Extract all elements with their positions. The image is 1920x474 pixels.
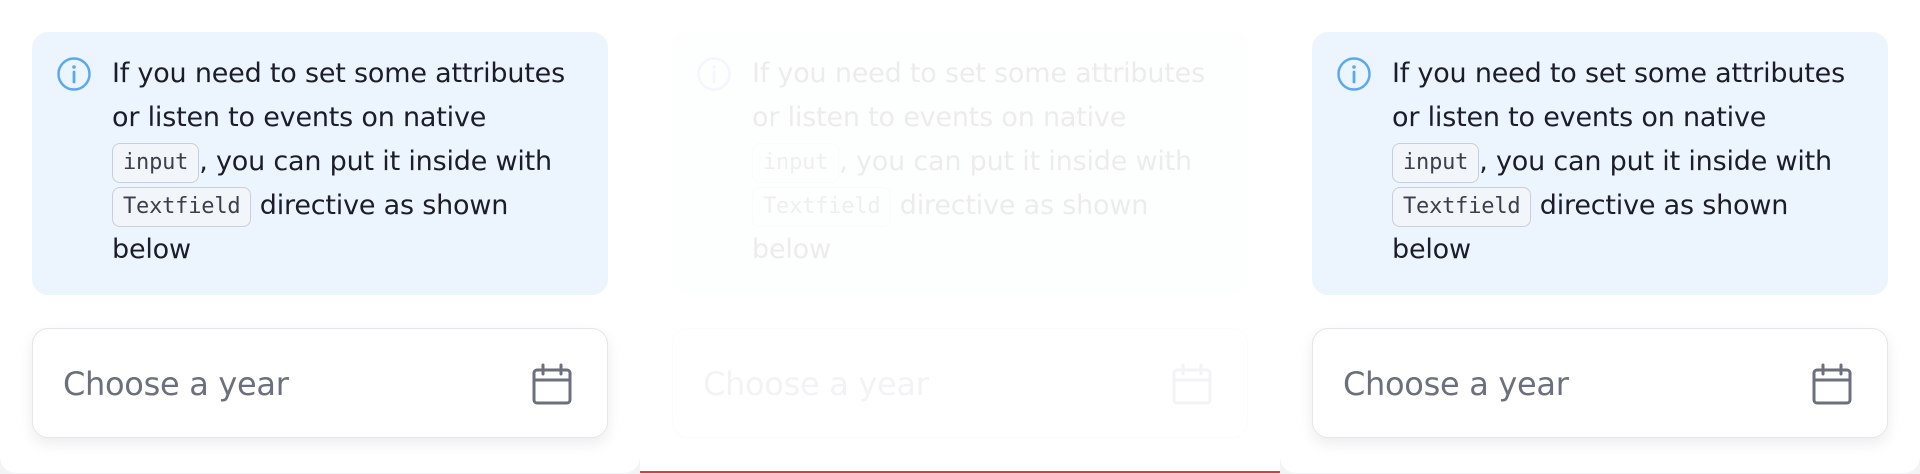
- info-icon: [1337, 57, 1371, 91]
- preview-stage: If you need to set some attributes or li…: [0, 0, 1920, 474]
- year-picker-placeholder: Choose a year: [63, 365, 289, 403]
- alert-message: If you need to set some attributes or li…: [1392, 52, 1852, 272]
- preview-panel: If you need to set some attributes or li…: [1280, 0, 1920, 473]
- calendar-icon[interactable]: [1170, 363, 1214, 407]
- alert-text-part: If you need to set some attributes or li…: [752, 58, 1205, 133]
- code-snippet: input: [1392, 142, 1480, 183]
- code-snippet: input: [752, 142, 840, 183]
- alert-text-part: If you need to set some attributes or li…: [112, 58, 565, 133]
- year-picker-placeholder: Choose a year: [703, 365, 929, 403]
- info-icon: [57, 57, 91, 91]
- code-snippet: Textfield: [752, 186, 892, 227]
- code-snippet: Textfield: [112, 186, 252, 227]
- panel-content: If you need to set some attributes or li…: [0, 0, 640, 473]
- info-alert: If you need to set some attributes or li…: [1312, 32, 1888, 295]
- preview-panel: If you need to set some attributes or li…: [0, 0, 640, 473]
- panel-content: If you need to set some attributes or li…: [1280, 0, 1920, 473]
- alert-text-part: , you can put it inside with: [839, 146, 1192, 177]
- alert-message: If you need to set some attributes or li…: [112, 52, 572, 272]
- calendar-icon[interactable]: [1810, 363, 1854, 407]
- year-picker-field[interactable]: Choose a year: [672, 328, 1248, 438]
- alert-text-part: , you can put it inside with: [1479, 146, 1832, 177]
- info-alert: If you need to set some attributes or li…: [32, 32, 608, 295]
- info-icon: [697, 57, 731, 91]
- preview-panel-faded: If you need to set some attributes or li…: [640, 0, 1280, 473]
- panel-content: If you need to set some attributes or li…: [640, 0, 1280, 471]
- alert-message: If you need to set some attributes or li…: [752, 52, 1212, 272]
- info-alert: If you need to set some attributes or li…: [672, 32, 1248, 295]
- calendar-icon[interactable]: [530, 363, 574, 407]
- code-snippet: input: [112, 142, 200, 183]
- year-picker-field[interactable]: Choose a year: [32, 328, 608, 438]
- year-picker-field[interactable]: Choose a year: [1312, 328, 1888, 438]
- year-picker-placeholder: Choose a year: [1343, 365, 1569, 403]
- alert-text-part: , you can put it inside with: [199, 146, 552, 177]
- code-snippet: Textfield: [1392, 186, 1532, 227]
- alert-text-part: If you need to set some attributes or li…: [1392, 58, 1845, 133]
